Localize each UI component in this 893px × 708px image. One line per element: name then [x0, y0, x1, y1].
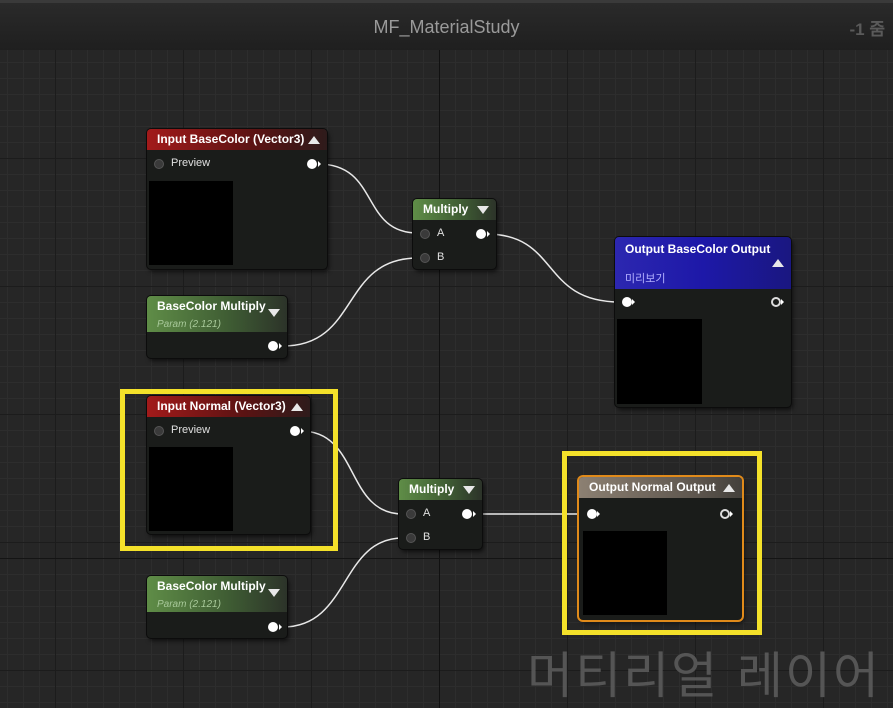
material-graph-canvas[interactable]: MF_MaterialStudy -1 줌 Input BaseColor (V…: [0, 0, 893, 708]
node-input-basecolor[interactable]: Input BaseColor (Vector3) Preview: [147, 129, 327, 269]
preview-thumbnail: [149, 181, 233, 265]
output-pin[interactable]: [462, 509, 472, 519]
collapse-arrow-icon[interactable]: [308, 136, 320, 144]
output-pin[interactable]: [268, 622, 278, 632]
node-header[interactable]: Multiply: [399, 479, 482, 500]
highlight-box-input-normal: [120, 389, 338, 551]
expand-arrow-icon[interactable]: [463, 486, 475, 494]
pin-arrow-icon: [487, 231, 490, 237]
pin-arrow-icon: [279, 624, 282, 630]
node-title: BaseColor Multiply: [157, 579, 266, 593]
highlight-box-output-normal: [562, 451, 762, 635]
node-header[interactable]: BaseColor Multiply Param (2.121): [147, 296, 287, 332]
wire-basecolor-multiply2-to-multiply-b: [282, 537, 404, 628]
wire-multiply-to-output-basecolor: [485, 233, 621, 303]
node-header[interactable]: Output BaseColor Output 미리보기: [615, 237, 791, 289]
preview-subtitle: 미리보기: [625, 273, 666, 285]
pin-arrow-icon: [473, 511, 476, 517]
node-multiply[interactable]: Multiply A B: [399, 479, 482, 549]
expand-arrow-icon[interactable]: [477, 206, 489, 214]
wire-basecolor-multiply-to-multiply-b: [282, 257, 419, 347]
node-title: BaseColor Multiply: [157, 299, 266, 313]
output-pin[interactable]: [771, 297, 781, 307]
input-pin-a[interactable]: [420, 229, 430, 239]
collapse-arrow-icon[interactable]: [772, 259, 784, 267]
param-value: Param (2.121): [157, 319, 221, 330]
node-basecolor-multiply-param[interactable]: BaseColor Multiply Param (2.121): [147, 576, 287, 638]
input-pin-b[interactable]: [420, 253, 430, 263]
input-pin[interactable]: [622, 297, 632, 307]
output-pin[interactable]: [476, 229, 486, 239]
preview-thumbnail: [617, 319, 702, 404]
node-title: Multiply: [423, 202, 469, 216]
pin-arrow-icon: [318, 161, 321, 167]
output-pin[interactable]: [268, 341, 278, 351]
output-pin[interactable]: [307, 159, 317, 169]
node-header[interactable]: BaseColor Multiply Param (2.121): [147, 576, 287, 612]
pin-arrow-icon: [632, 299, 635, 305]
node-basecolor-multiply-param[interactable]: BaseColor Multiply Param (2.121): [147, 296, 287, 358]
expand-arrow-icon[interactable]: [268, 309, 280, 317]
param-value: Param (2.121): [157, 599, 221, 610]
pin-label-preview: Preview: [171, 157, 211, 169]
wire-input-basecolor-to-multiply-a: [317, 163, 419, 234]
watermark-text: 머티리얼 레이어: [527, 647, 881, 705]
node-title: Input BaseColor (Vector3): [157, 132, 305, 146]
pin-label-b: B: [437, 251, 445, 263]
node-header[interactable]: Input BaseColor (Vector3): [147, 129, 327, 150]
expand-arrow-icon[interactable]: [268, 589, 280, 597]
node-title: Output BaseColor Output: [625, 242, 771, 256]
pin-arrow-icon: [781, 299, 784, 305]
pin-label-a: A: [437, 227, 445, 239]
pin-arrow-icon: [279, 343, 282, 349]
node-title: Multiply: [409, 482, 455, 496]
node-multiply[interactable]: Multiply A B: [413, 199, 496, 269]
pin-label-b: B: [423, 531, 431, 543]
preview-toggle-pin[interactable]: [154, 159, 164, 169]
input-pin-a[interactable]: [406, 509, 416, 519]
pin-label-a: A: [423, 507, 431, 519]
node-output-basecolor[interactable]: Output BaseColor Output 미리보기: [615, 237, 791, 407]
input-pin-b[interactable]: [406, 533, 416, 543]
node-header[interactable]: Multiply: [413, 199, 496, 220]
